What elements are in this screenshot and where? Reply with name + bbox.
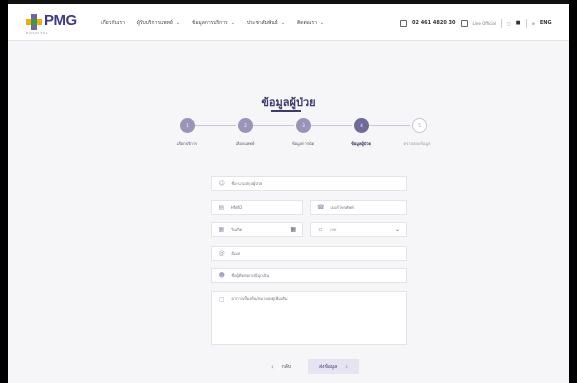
note-field[interactable]: ▢ <box>211 291 407 345</box>
user-icon: ☺ <box>218 180 225 187</box>
step-5-label: ตรวจสอบข้อมูล <box>403 141 431 146</box>
phone-input[interactable] <box>330 205 406 210</box>
step-connector <box>253 125 294 126</box>
pmg-logo[interactable]: PMG HOSPITAL <box>26 12 84 35</box>
step-connector <box>311 125 352 126</box>
step-connector <box>195 125 236 126</box>
emergency-contact-field[interactable]: ☻ <box>211 268 407 283</box>
hn-id-field[interactable]: ▤ <box>211 200 303 215</box>
email-input[interactable] <box>231 251 406 256</box>
step-3-label: ข้อมูลการนัด <box>291 141 315 146</box>
globe-icon: ⊕ <box>531 20 535 26</box>
id-card-icon: ▤ <box>218 204 225 211</box>
step-1-circle: 1 <box>180 118 195 133</box>
line-official-link[interactable]: Line Official <box>473 21 497 26</box>
chevron-down-icon: ⌄ <box>280 20 285 26</box>
step-4-label: ข้อมูลผู้ป่วย <box>351 141 371 146</box>
gender-icon: ▫ <box>318 226 323 233</box>
calendar-picker-icon[interactable]: ▦ <box>290 226 296 233</box>
step-5-circle: 5 <box>412 118 427 133</box>
step-connector <box>369 125 410 126</box>
calendar-icon: ▦ <box>218 226 225 233</box>
note-icon: ▢ <box>218 296 225 303</box>
note-input[interactable] <box>231 296 406 301</box>
phone-icon <box>400 19 407 27</box>
patient-name-field[interactable]: ☺ <box>211 176 407 191</box>
email-field[interactable]: @ <box>211 246 407 261</box>
line-icon <box>460 19 468 27</box>
divider <box>525 18 527 28</box>
contact-icon: ☻ <box>218 272 225 279</box>
cross-logo-icon <box>26 14 42 30</box>
step-1-label: เลือกบริการ <box>176 141 198 146</box>
page-title: ข้อมูลผู้ป่วย <box>261 96 316 109</box>
submit-button-label: ส่งข้อมูล <box>318 363 338 370</box>
user-icon[interactable]: ■ <box>516 20 521 26</box>
emergency-contact-input[interactable] <box>231 273 406 278</box>
cart-icon[interactable]: ▢ <box>507 21 511 26</box>
patient-name-input[interactable] <box>231 181 406 186</box>
back-button[interactable]: ‹ กลับ <box>260 359 302 374</box>
chevron-right-icon: › <box>345 362 349 371</box>
chevron-down-icon: ⌄ <box>319 20 325 26</box>
back-button-label: กลับ <box>281 363 292 370</box>
step-2-circle: 2 <box>238 118 253 133</box>
chevron-down-icon: ⌄ <box>230 20 235 26</box>
nav-about[interactable]: เกี่ยวกับเรา <box>101 17 125 29</box>
chevron-down-icon[interactable]: ⌄ <box>395 226 400 233</box>
logo-subtext: HOSPITAL <box>26 31 49 35</box>
step-2-label: เลือกแพทย์ <box>235 141 255 146</box>
logo-text: PMG <box>44 12 77 29</box>
chevron-down-icon: ⌄ <box>175 20 181 26</box>
step-3-circle: 3 <box>296 118 311 133</box>
page-frame: PMG HOSPITAL เกี่ยวกับเรา ผู้รับบริการแพ… <box>8 0 569 383</box>
chevron-left-icon: ‹ <box>270 362 274 371</box>
gender-select[interactable]: ▫ เพศ ⌄ <box>310 222 407 237</box>
step-4-circle: 4 <box>354 118 369 133</box>
main-nav: เกี่ยวกับเรา ผู้รับบริการแพทย์ ⌄ ข้อมูลก… <box>101 17 324 29</box>
nav-services[interactable]: ข้อมูลการบริการ ⌄ <box>192 17 235 29</box>
phone-field[interactable]: ☎ <box>310 200 407 215</box>
at-icon: @ <box>218 250 225 257</box>
phone-number[interactable]: 02 461 4820 30 <box>412 20 456 26</box>
divider <box>501 18 502 28</box>
submit-button[interactable]: ส่งข้อมูล › <box>308 359 359 374</box>
nav-doctors[interactable]: ผู้รับบริการแพทย์ ⌄ <box>137 17 180 29</box>
header-actions: 02 461 4820 30 Line Official ▢ ■ ⊕ ENG <box>400 17 552 29</box>
phone-icon: ☎ <box>317 204 325 211</box>
nav-contact[interactable]: ติดต่อเรา ⌄ <box>297 17 324 29</box>
title-underline <box>271 110 301 112</box>
form-navigation: ‹ กลับ ส่งข้อมูล › <box>260 359 359 374</box>
site-header: PMG HOSPITAL เกี่ยวกับเรา ผู้รับบริการแพ… <box>8 4 569 41</box>
language-switch[interactable]: ENG <box>540 20 552 26</box>
hn-id-input[interactable] <box>230 205 302 210</box>
progress-stepper: 1 2 3 4 5 เลือกบริการ เลือกแพทย์ ข้อมูลก… <box>177 118 442 154</box>
nav-news[interactable]: ประชาสัมพันธ์ ⌄ <box>247 17 285 29</box>
dob-field[interactable]: ▦ ▦ <box>211 222 303 237</box>
